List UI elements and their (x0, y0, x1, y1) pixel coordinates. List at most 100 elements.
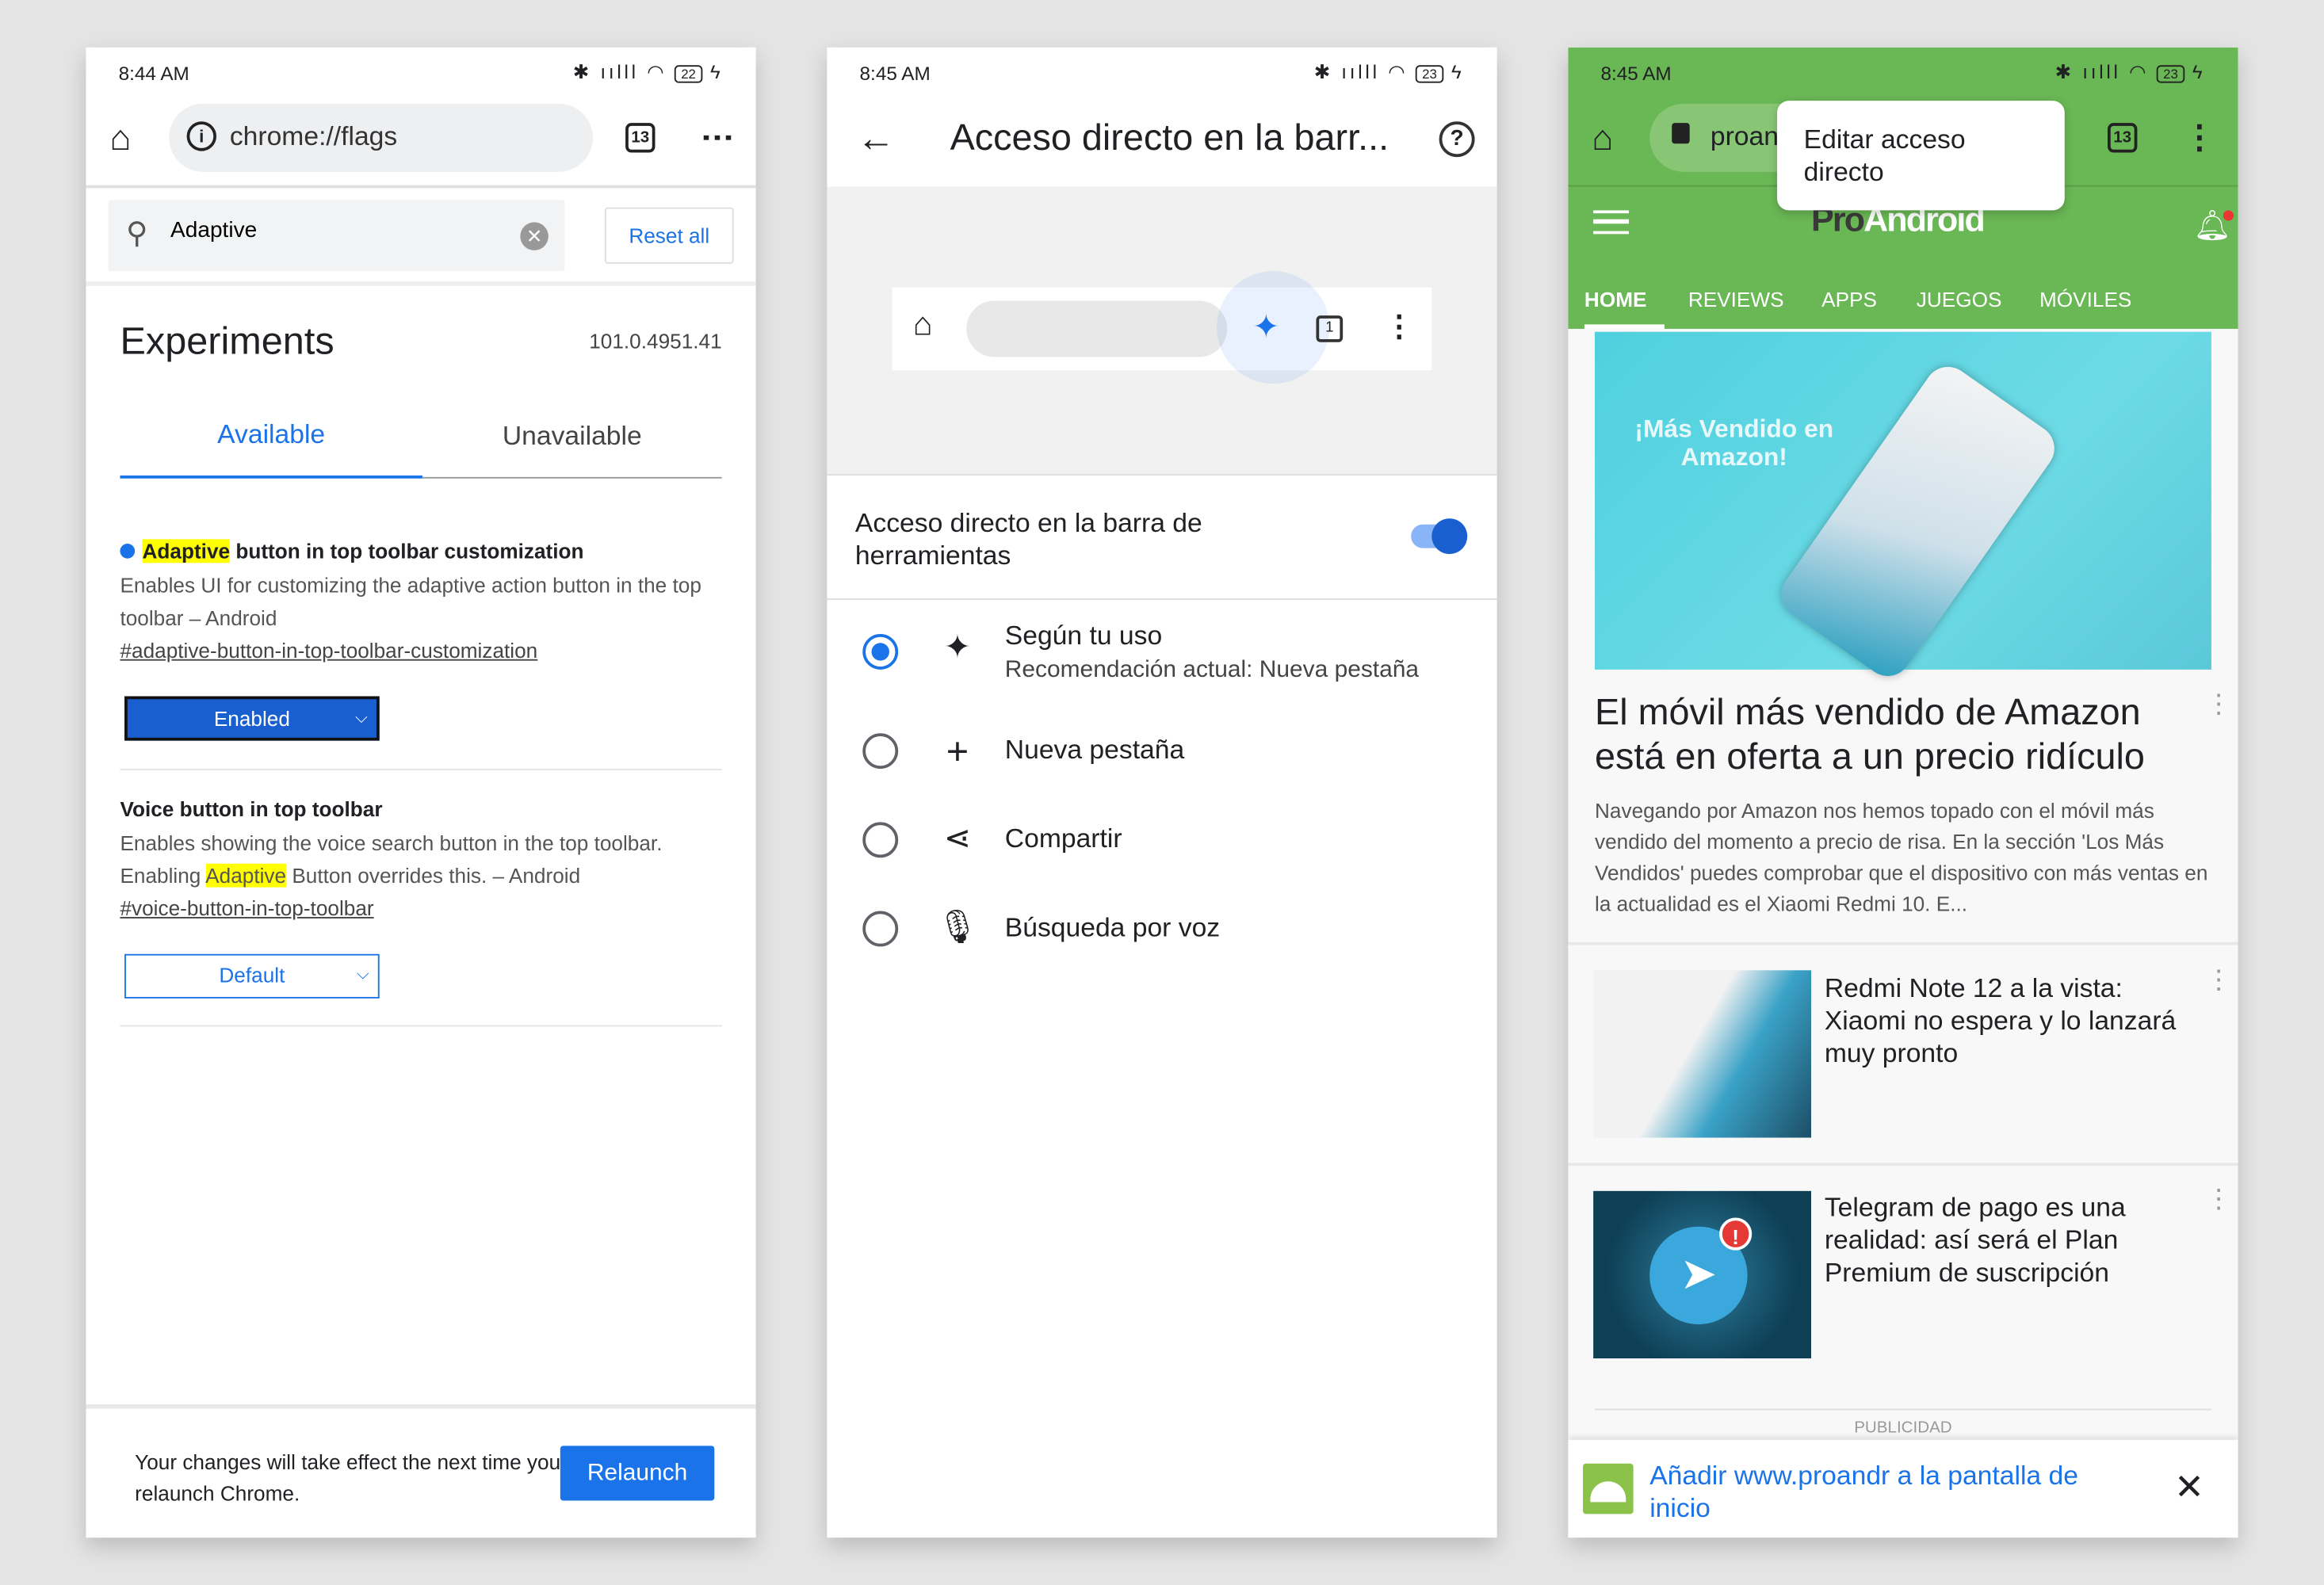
toggle-knob (1431, 518, 1468, 555)
battery-icon: 23 (1416, 65, 1443, 83)
divider (86, 185, 756, 189)
more-options-icon[interactable]: ⋮ (2205, 690, 2232, 717)
divider (120, 769, 722, 770)
tab-label: Unavailable (502, 420, 642, 451)
home-icon[interactable]: ⌂ (109, 119, 131, 160)
popup-menu: Editar acceso directo (1777, 101, 2065, 211)
tab-count-icon: 1 (1316, 315, 1344, 342)
tab-available[interactable]: Available (120, 403, 422, 479)
page-title: Experiments (120, 318, 334, 363)
radio-selected[interactable] (862, 634, 899, 670)
radio-unselected[interactable] (862, 733, 899, 770)
phone-chrome-flags: 8:44 AM ✱ ıılll ◠ 22 ϟ ⌂ i chrome://flag… (86, 47, 756, 1538)
article-title[interactable]: Redmi Note 12 a la vista: Xiaomi no espe… (1825, 972, 2195, 1069)
reset-all-button[interactable]: Reset all (604, 207, 734, 264)
nav-reviews[interactable]: REVIEWS (1688, 288, 1784, 311)
settings-title: Acceso directo en la barr... (950, 116, 1389, 159)
omnibox[interactable]: i chrome://flags (169, 103, 593, 172)
search-input[interactable] (170, 217, 497, 243)
home-icon: ⌂ (912, 305, 933, 342)
hero-article-title[interactable]: El móvil más vendido de Amazon está en o… (1595, 690, 2188, 779)
flag-description: Enables UI for customizing the adaptive … (120, 573, 701, 630)
share-icon: ⋖ (943, 819, 972, 857)
option-compartir[interactable]: ⋖ Compartir (827, 819, 1496, 880)
option-nueva-pestana[interactable]: + Nueva pestaña (827, 729, 1496, 791)
back-arrow-icon[interactable]: ← (857, 116, 896, 162)
info-icon[interactable]: i (186, 121, 217, 151)
bell-icon[interactable]: 🔔︎ (2193, 208, 2234, 245)
flag-entry: Adaptive button in top toolbar customiza… (120, 539, 721, 663)
more-menu-icon[interactable]: ⋮ (2183, 120, 2215, 154)
flag-title-text: button in top toolbar customization (230, 539, 584, 563)
radio-unselected[interactable] (862, 822, 899, 858)
nav-home[interactable]: HOME (1584, 288, 1665, 329)
relaunch-button[interactable]: Relaunch (560, 1446, 715, 1501)
nav-apps[interactable]: APPS (1821, 288, 1877, 311)
more-menu-icon[interactable]: ⋮ (700, 121, 737, 154)
preview-omnibox (966, 300, 1228, 357)
article-thumb[interactable]: ➤ ! (1593, 1190, 1812, 1359)
close-icon[interactable]: ✕ (2174, 1467, 2204, 1510)
phone-proandroid-site: 8:45 AM ✱ ıılll ◠ 23 ϟ ⌂ proan 13 ⋮ ProA… (1568, 47, 2238, 1538)
help-icon[interactable]: ? (1439, 121, 1475, 158)
chevron-down-icon: ⌵ (357, 965, 369, 984)
hero-excerpt: Navegando por Amazon nos hemos topado co… (1595, 798, 2208, 916)
home-icon[interactable]: ⌂ (1592, 119, 1613, 160)
status-time: 8:44 AM (118, 62, 189, 85)
flag-link[interactable]: #adaptive-button-in-top-toolbar-customiz… (120, 639, 721, 663)
option-busqueda-voz[interactable]: 🎙 Búsqueda por voz (827, 907, 1496, 969)
hamburger-menu-icon[interactable] (1593, 210, 1630, 235)
option-subtitle: Recomendación actual: Nueva pestaña (1004, 657, 1420, 683)
more-options-icon[interactable]: ⋮ (2205, 966, 2232, 993)
divider (827, 598, 1497, 601)
divider (1568, 941, 2238, 945)
flag-title: Voice button in top toolbar (120, 796, 383, 821)
search-icon: ⚲ (125, 217, 148, 250)
select-value: Default (219, 962, 285, 987)
tab-switcher-button[interactable]: 13 (625, 123, 656, 153)
url-text[interactable]: chrome://flags (230, 121, 397, 152)
tab-unavailable[interactable]: Unavailable (422, 403, 722, 479)
battery-icon: 22 (675, 65, 702, 83)
option-label: Compartir (1004, 823, 1122, 854)
option-label: Según tu uso (1004, 621, 1163, 651)
option-segun-tu-uso[interactable]: ✦ Según tu uso Recomendación actual: Nue… (827, 617, 1496, 706)
status-icons: ✱ ıılll ◠ 23 ϟ (1313, 60, 1465, 83)
divider (120, 1025, 722, 1027)
status-bar: 8:44 AM ✱ ıılll ◠ 22 ϟ (86, 48, 755, 101)
nav-moviles[interactable]: MÓVILES (2039, 288, 2131, 311)
add-to-homescreen-banner[interactable]: Añadir www.proandr a la pantalla de inic… (1568, 1439, 2238, 1538)
phone-toolbar-shortcut-settings: 8:45 AM ✱ ıılll ◠ 23 ϟ ← Acceso directo … (827, 47, 1497, 1538)
clear-search-icon[interactable]: ✕ (520, 222, 549, 250)
url-text[interactable]: proan (1711, 121, 1779, 152)
divider (827, 474, 1497, 476)
more-options-icon[interactable]: ⋮ (2205, 1185, 2232, 1212)
desc-text: Button overrides this. – Android (286, 863, 581, 888)
divider (1568, 1163, 2238, 1167)
nav-juegos[interactable]: JUEGOS (1917, 288, 2002, 311)
article-title[interactable]: Telegram de pago es una realidad: así se… (1825, 1191, 2195, 1289)
ad-label: PUBLICIDAD (1854, 1419, 1952, 1438)
install-banner-text[interactable]: Añadir www.proandr a la pantalla de inic… (1649, 1459, 2123, 1524)
radio-unselected[interactable] (862, 911, 899, 947)
flag-link[interactable]: #voice-button-in-top-toolbar (120, 896, 721, 920)
option-label: Nueva pestaña (1004, 735, 1185, 765)
tab-switcher-button[interactable]: 13 (2107, 123, 2138, 153)
flag-select-enabled[interactable]: Enabled ⌵ (124, 696, 380, 741)
popup-item-edit-shortcut[interactable]: Editar acceso directo (1804, 124, 1966, 187)
sparkle-icon: ✦ (1252, 307, 1280, 346)
flag-select-default[interactable]: Default ⌵ (124, 953, 380, 999)
hero-image[interactable]: ¡Más Vendido en Amazon! (1595, 331, 2211, 686)
sparkle-icon: ✦ (943, 628, 972, 666)
status-time: 8:45 AM (859, 62, 931, 85)
mic-icon: 🎙 (936, 907, 979, 945)
toggle-label: Acceso directo en la barra de herramient… (854, 508, 1202, 571)
flags-search[interactable]: ⚲ ✕ (108, 200, 565, 272)
relaunch-message: Your changes will take effect the next t… (135, 1449, 561, 1506)
tab-label: Available (217, 418, 326, 449)
chevron-down-icon: ⌵ (355, 709, 368, 728)
status-bar: 8:45 AM ✱ ıılll ◠ 23 ϟ (1568, 48, 2238, 101)
article-thumb[interactable] (1593, 970, 1812, 1138)
divider (86, 281, 756, 286)
shortcut-toggle[interactable] (1411, 518, 1468, 555)
